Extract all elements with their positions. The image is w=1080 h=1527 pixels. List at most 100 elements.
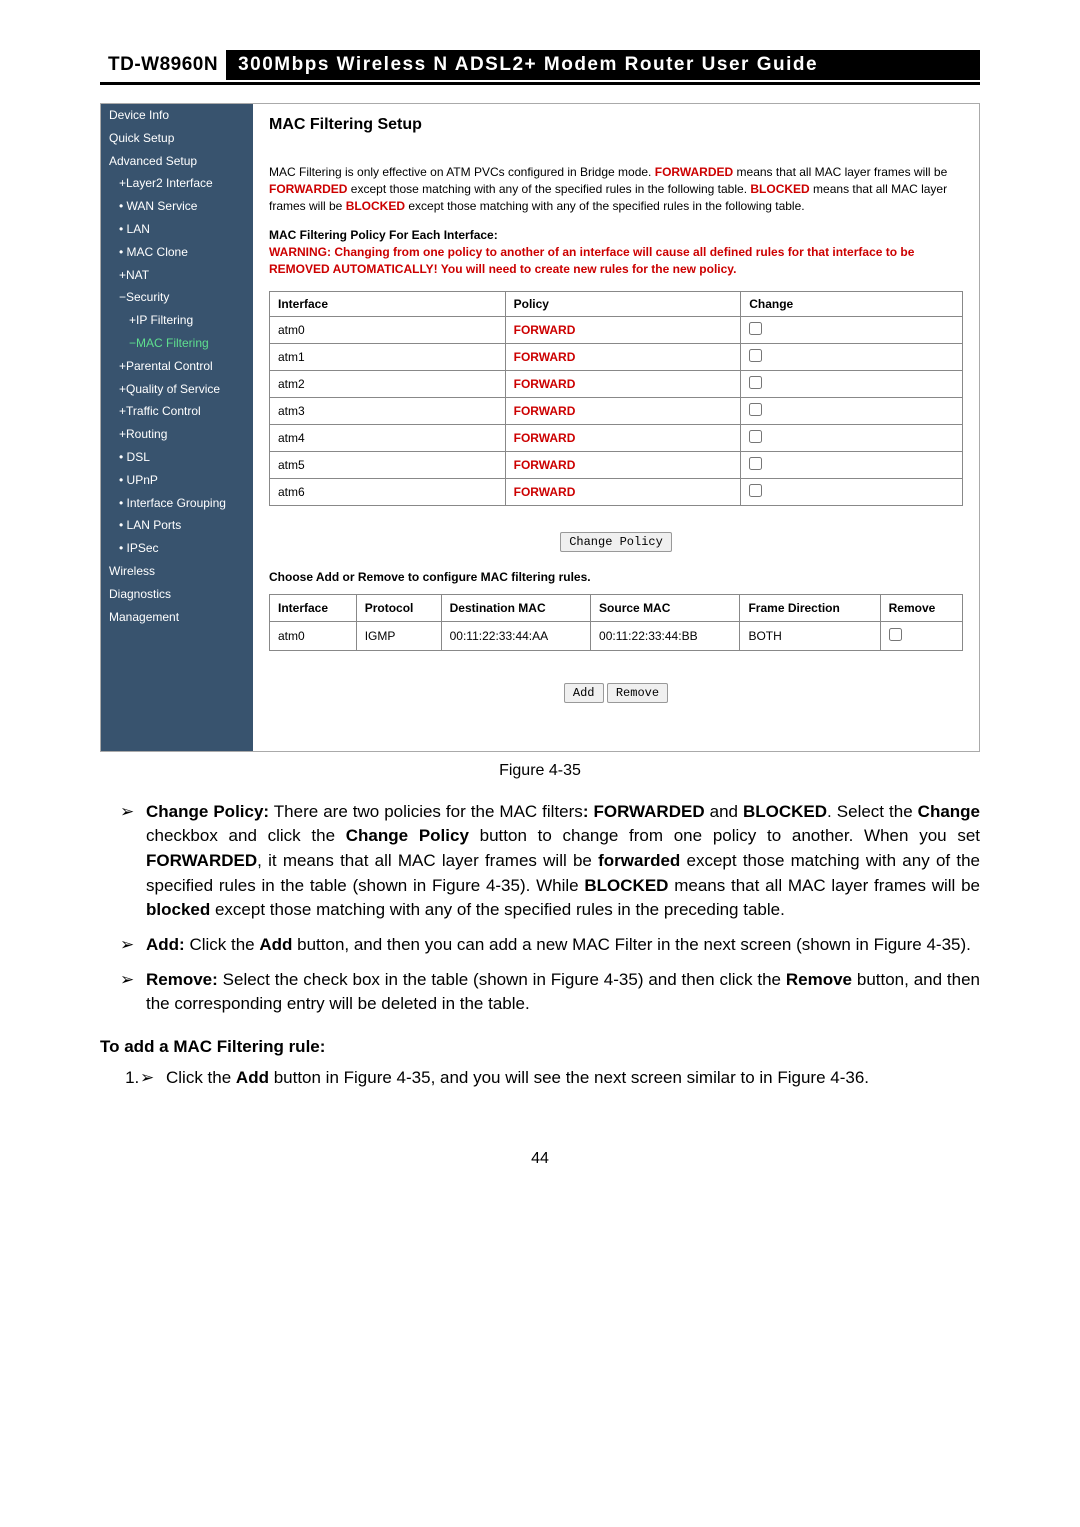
rules-th-protocol: Protocol xyxy=(356,594,441,621)
add-remove-wrap: Add Remove xyxy=(269,683,963,703)
sidebar-item[interactable]: • LAN xyxy=(101,218,253,241)
policy-change-checkbox[interactable] xyxy=(749,430,762,443)
sidebar-item[interactable]: +Parental Control xyxy=(101,355,253,378)
sidebar-item[interactable]: • WAN Service xyxy=(101,195,253,218)
rules-th-dst: Destination MAC xyxy=(441,594,590,621)
policy-change-checkbox[interactable] xyxy=(749,403,762,416)
policy-interface: atm1 xyxy=(270,343,506,370)
policy-interface: atm4 xyxy=(270,424,506,451)
sidebar-item[interactable]: +Layer2 Interface xyxy=(101,172,253,195)
rule-protocol: IGMP xyxy=(356,621,441,650)
policy-row: atm3FORWARD xyxy=(270,397,963,424)
policy-change-checkbox[interactable] xyxy=(749,322,762,335)
policy-th-change: Change xyxy=(741,291,963,316)
policy-interface: atm2 xyxy=(270,370,506,397)
policy-change-cell xyxy=(741,343,963,370)
sidebar-item[interactable]: +Routing xyxy=(101,423,253,446)
policy-value: FORWARD xyxy=(505,451,741,478)
sidebar-item[interactable]: −MAC Filtering xyxy=(101,332,253,355)
rule-interface: atm0 xyxy=(270,621,357,650)
doc-title: 300Mbps Wireless N ADSL2+ Modem Router U… xyxy=(226,50,980,80)
add-button[interactable]: Add xyxy=(564,683,604,703)
rule-remove-checkbox[interactable] xyxy=(889,628,902,641)
policy-row: atm2FORWARD xyxy=(270,370,963,397)
rule-remove-cell xyxy=(880,621,962,650)
doc-body: Change Policy: There are two policies fo… xyxy=(100,800,980,1090)
policy-th-interface: Interface xyxy=(270,291,506,316)
sidebar-item[interactable]: • UPnP xyxy=(101,469,253,492)
sidebar-item[interactable]: • Interface Grouping xyxy=(101,492,253,515)
rules-th-interface: Interface xyxy=(270,594,357,621)
rules-th-dir: Frame Direction xyxy=(740,594,880,621)
policy-change-checkbox[interactable] xyxy=(749,484,762,497)
bullet-add: Add: Click the Add button, and then you … xyxy=(124,933,980,958)
sidebar-item[interactable]: +IP Filtering xyxy=(101,309,253,332)
policy-change-cell xyxy=(741,370,963,397)
policy-header: MAC Filtering Policy For Each Interface: xyxy=(269,228,963,242)
sidebar-item[interactable]: Diagnostics xyxy=(101,583,253,606)
figure-caption: Figure 4-35 xyxy=(100,762,980,780)
sidebar-item[interactable]: Wireless xyxy=(101,560,253,583)
policy-row: atm5FORWARD xyxy=(270,451,963,478)
remove-button[interactable]: Remove xyxy=(607,683,668,703)
policy-interface: atm3 xyxy=(270,397,506,424)
sidebar-item[interactable]: +Traffic Control xyxy=(101,400,253,423)
subheading: To add a MAC Filtering rule: xyxy=(100,1035,980,1060)
sidebar-item[interactable]: • IPSec xyxy=(101,537,253,560)
sidebar-item[interactable]: −Security xyxy=(101,286,253,309)
policy-row: atm4FORWARD xyxy=(270,424,963,451)
rule-dst: 00:11:22:33:44:AA xyxy=(441,621,590,650)
page-title: MAC Filtering Setup xyxy=(269,116,963,134)
policy-row: atm0FORWARD xyxy=(270,316,963,343)
sidebar-item[interactable]: • DSL xyxy=(101,446,253,469)
rules-row: atm0 IGMP 00:11:22:33:44:AA 00:11:22:33:… xyxy=(270,621,963,650)
sidebar-item[interactable]: +NAT xyxy=(101,264,253,287)
page: TD-W8960N 300Mbps Wireless N ADSL2+ Mode… xyxy=(0,0,1080,1208)
policy-change-cell xyxy=(741,478,963,505)
doc-header: TD-W8960N 300Mbps Wireless N ADSL2+ Mode… xyxy=(100,50,980,85)
policy-change-checkbox[interactable] xyxy=(749,457,762,470)
screenshot-figure: Device InfoQuick SetupAdvanced Setup+Lay… xyxy=(100,103,980,752)
policy-table: Interface Policy Change atm0FORWARDatm1F… xyxy=(269,291,963,506)
policy-interface: atm6 xyxy=(270,478,506,505)
policy-change-cell xyxy=(741,397,963,424)
sidebar-item[interactable]: Management xyxy=(101,606,253,629)
sidebar-item[interactable]: Device Info xyxy=(101,104,253,127)
warning-text: WARNING: Changing from one policy to ano… xyxy=(269,244,963,276)
policy-row: atm6FORWARD xyxy=(270,478,963,505)
policy-interface: atm5 xyxy=(270,451,506,478)
description-text: MAC Filtering is only effective on ATM P… xyxy=(269,164,963,214)
policy-change-checkbox[interactable] xyxy=(749,376,762,389)
bullet-remove: Remove: Select the check box in the tabl… xyxy=(124,968,980,1017)
sidebar-item[interactable]: Quick Setup xyxy=(101,127,253,150)
policy-value: FORWARD xyxy=(505,316,741,343)
content-pane: MAC Filtering Setup MAC Filtering is onl… xyxy=(253,104,979,751)
rules-th-remove: Remove xyxy=(880,594,962,621)
policy-change-cell xyxy=(741,451,963,478)
sidebar-item[interactable]: • MAC Clone xyxy=(101,241,253,264)
rule-src: 00:11:22:33:44:BB xyxy=(591,621,740,650)
policy-value: FORWARD xyxy=(505,343,741,370)
change-policy-button[interactable]: Change Policy xyxy=(560,532,672,552)
rules-table: Interface Protocol Destination MAC Sourc… xyxy=(269,594,963,651)
policy-change-cell xyxy=(741,316,963,343)
step-1: Click the Add button in Figure 4-35, and… xyxy=(144,1066,980,1091)
nav-sidebar: Device InfoQuick SetupAdvanced Setup+Lay… xyxy=(101,104,253,751)
policy-row: atm1FORWARD xyxy=(270,343,963,370)
model-number: TD-W8960N xyxy=(100,50,226,80)
page-number: 44 xyxy=(100,1150,980,1168)
policy-change-cell xyxy=(741,424,963,451)
rule-dir: BOTH xyxy=(740,621,880,650)
policy-value: FORWARD xyxy=(505,478,741,505)
policy-value: FORWARD xyxy=(505,397,741,424)
change-policy-wrap: Change Policy xyxy=(269,532,963,552)
policy-value: FORWARD xyxy=(505,424,741,451)
policy-interface: atm0 xyxy=(270,316,506,343)
sidebar-item[interactable]: +Quality of Service xyxy=(101,378,253,401)
sidebar-item[interactable]: • LAN Ports xyxy=(101,514,253,537)
sidebar-item[interactable]: Advanced Setup xyxy=(101,150,253,173)
policy-value: FORWARD xyxy=(505,370,741,397)
choose-text: Choose Add or Remove to configure MAC fi… xyxy=(269,570,963,584)
policy-th-policy: Policy xyxy=(505,291,741,316)
policy-change-checkbox[interactable] xyxy=(749,349,762,362)
